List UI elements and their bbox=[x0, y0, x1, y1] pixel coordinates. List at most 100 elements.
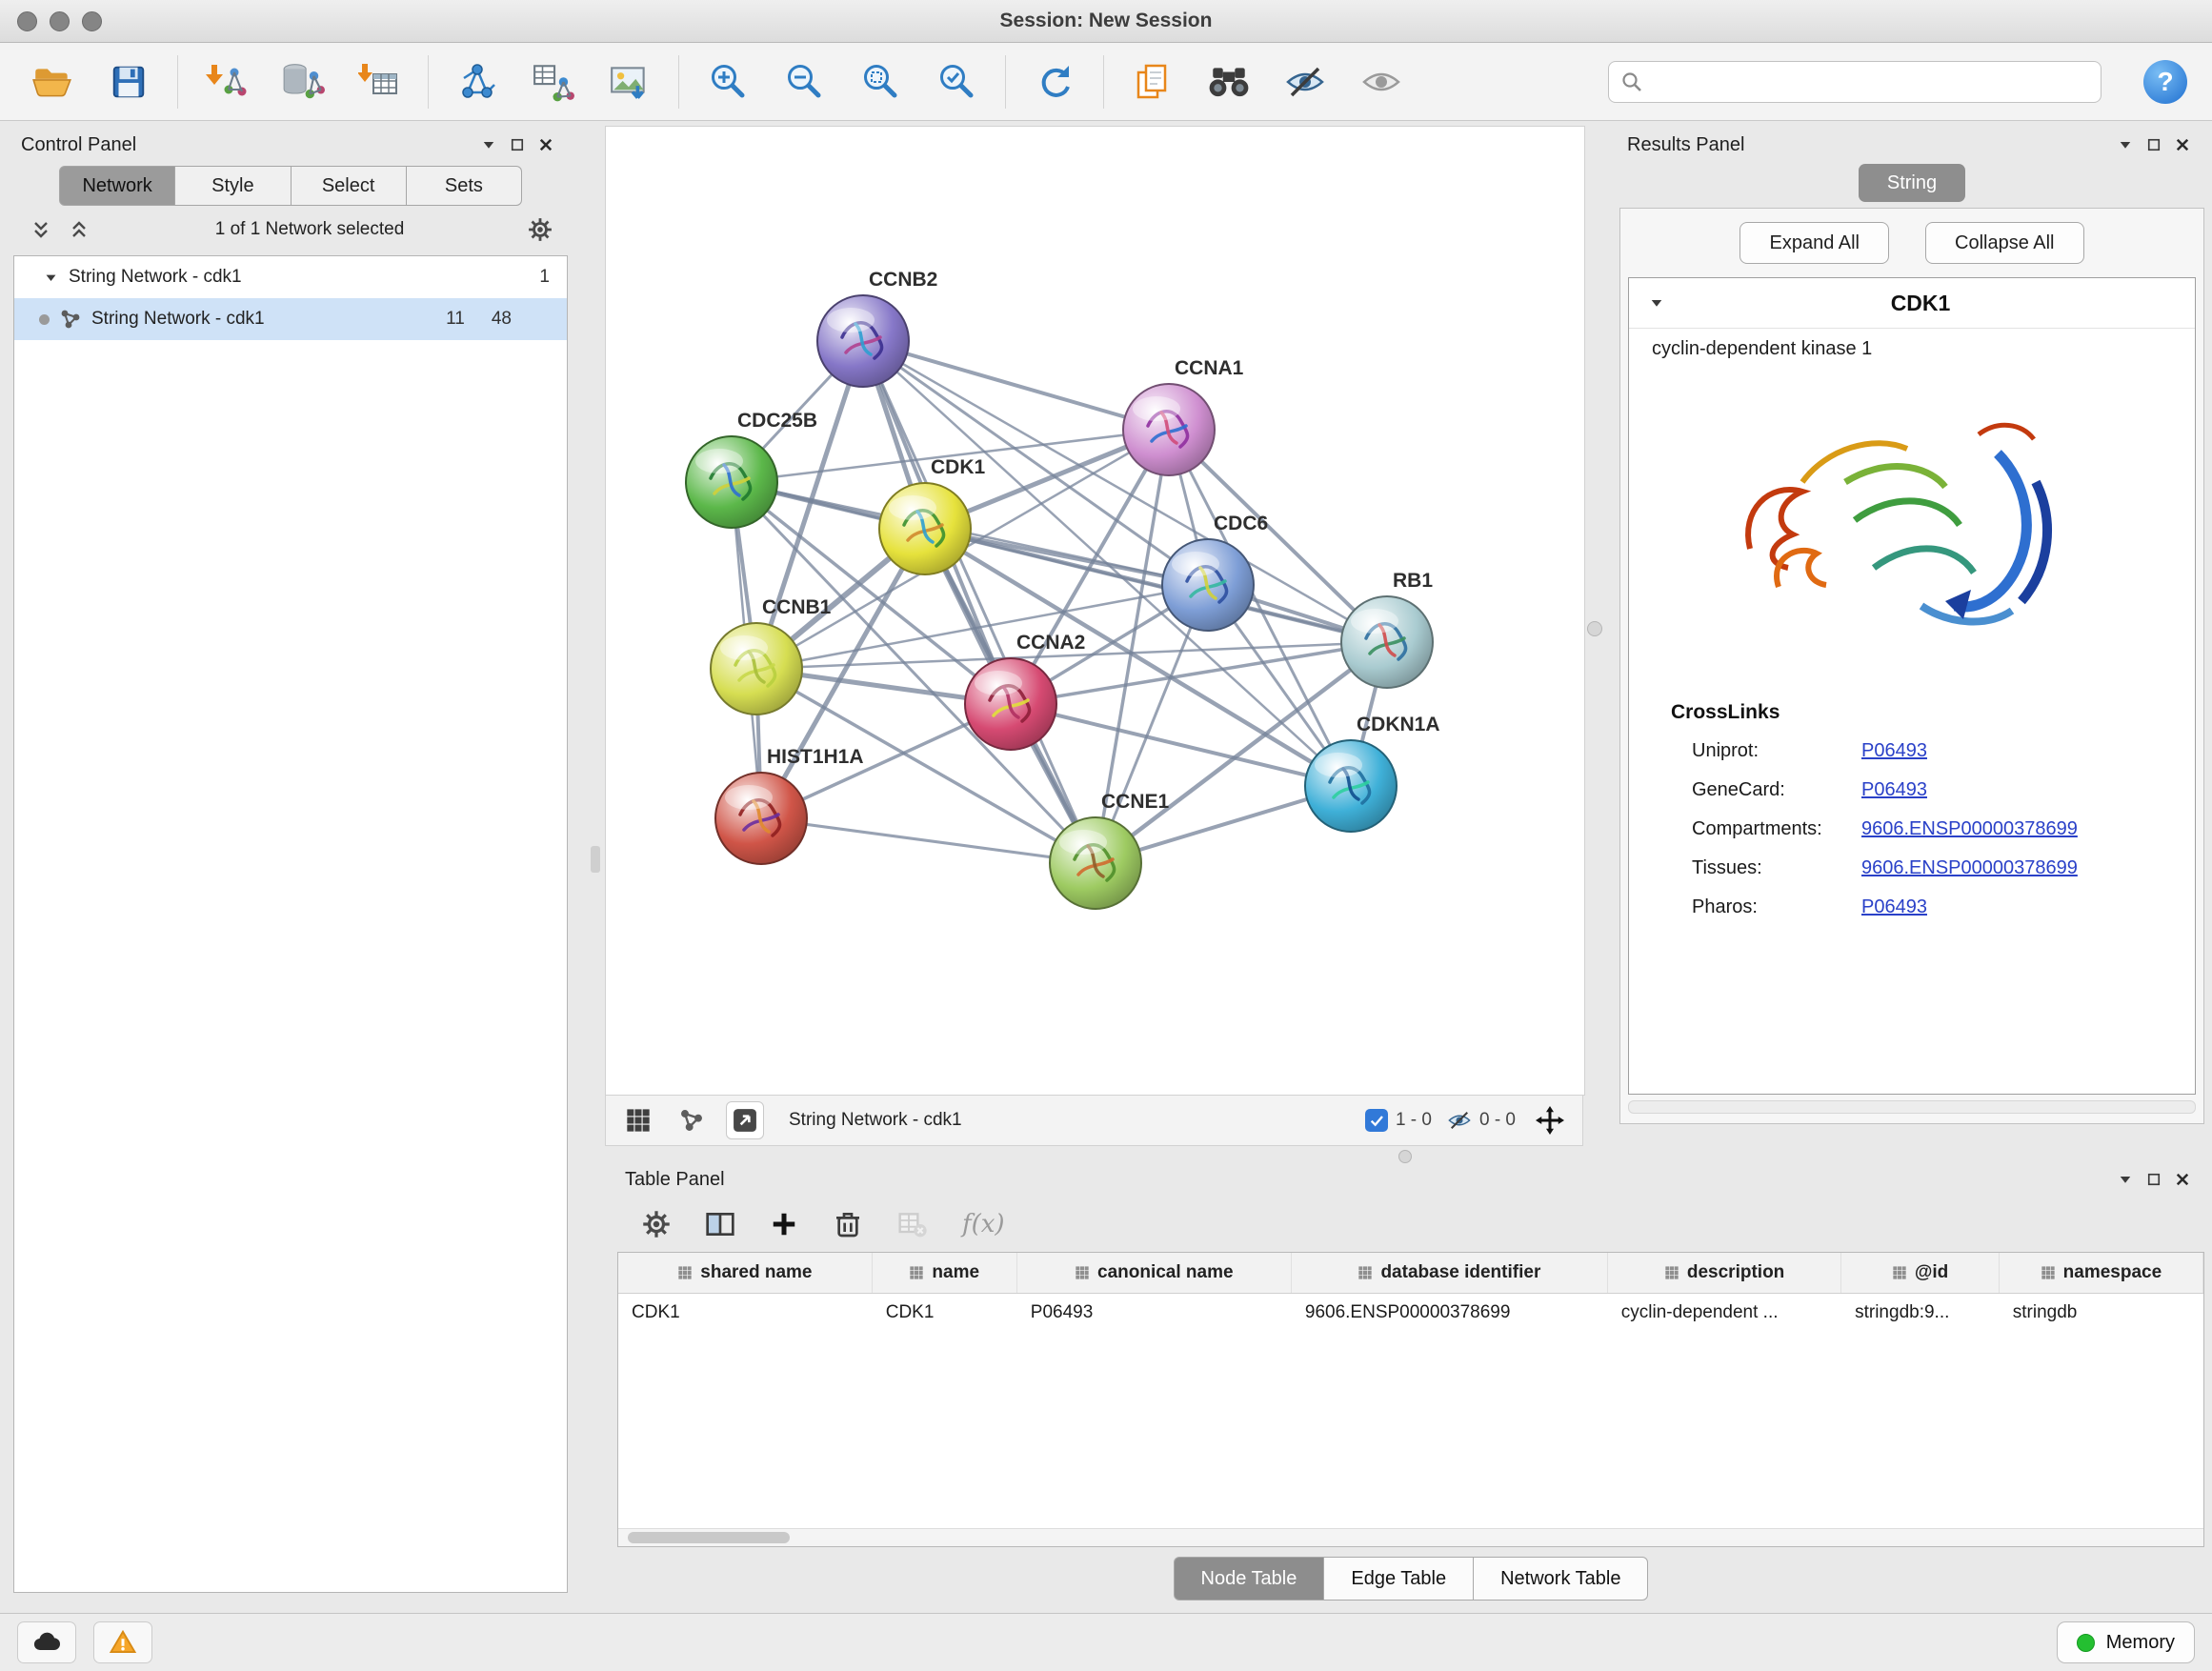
table-cell[interactable]: stringdb:9... bbox=[1841, 1294, 2000, 1332]
zoom-window-button[interactable] bbox=[82, 11, 102, 31]
tab-network-table[interactable]: Network Table bbox=[1474, 1557, 1648, 1601]
tissues-link[interactable]: 9606.ENSP00000378699 bbox=[1861, 857, 2078, 879]
memory-button[interactable]: Memory bbox=[2057, 1621, 2195, 1663]
column-header-name[interactable]: name bbox=[873, 1253, 1017, 1293]
pharos-link[interactable]: P06493 bbox=[1861, 896, 1927, 918]
results-panel-menu-button[interactable] bbox=[2111, 131, 2140, 159]
table-cell[interactable]: CDK1 bbox=[618, 1294, 873, 1332]
refresh-network-button[interactable] bbox=[1027, 54, 1082, 110]
tab-string[interactable]: String bbox=[1859, 164, 1965, 202]
network-overview-button[interactable] bbox=[673, 1101, 711, 1139]
zoom-selected-button[interactable] bbox=[929, 54, 984, 110]
zoom-out-button[interactable] bbox=[776, 54, 832, 110]
hide-selected-button[interactable] bbox=[1277, 54, 1333, 110]
pan-mode-button[interactable] bbox=[1531, 1101, 1569, 1139]
network-node-ccnb2[interactable]: CCNB2 bbox=[817, 269, 937, 387]
delete-column-button[interactable] bbox=[833, 1209, 863, 1239]
copy-button[interactable] bbox=[1125, 54, 1180, 110]
tab-select[interactable]: Select bbox=[292, 166, 407, 206]
search-box[interactable] bbox=[1608, 61, 2101, 103]
tab-edge-table[interactable]: Edge Table bbox=[1324, 1557, 1474, 1601]
network-edge[interactable] bbox=[863, 341, 1096, 863]
function-builder-button[interactable]: f(x) bbox=[962, 1210, 1005, 1238]
minimize-window-button[interactable] bbox=[50, 11, 70, 31]
network-options-button[interactable] bbox=[526, 215, 554, 244]
column-header-canonical-name[interactable]: canonical name bbox=[1017, 1253, 1292, 1293]
collapse-all-networks-button[interactable] bbox=[27, 215, 55, 244]
table-panel-float-button[interactable] bbox=[2140, 1165, 2168, 1194]
genecard-link[interactable]: P06493 bbox=[1861, 779, 1927, 801]
network-edge[interactable] bbox=[863, 341, 1169, 430]
splitter-handle[interactable] bbox=[1398, 1150, 1412, 1163]
column-header--id[interactable]: @id bbox=[1841, 1253, 2000, 1293]
tab-style[interactable]: Style bbox=[175, 166, 291, 206]
import-table-button[interactable] bbox=[352, 54, 407, 110]
network-edge[interactable] bbox=[761, 818, 1096, 863]
table-cell[interactable]: cyclin-dependent ... bbox=[1608, 1294, 1841, 1332]
network-canvas[interactable]: CCNB2CCNA1CDC25BCDK1CDC6RB1CCNB1CCNA2CDK… bbox=[605, 126, 1585, 1096]
results-panel-close-button[interactable] bbox=[2168, 131, 2197, 159]
network-edge[interactable] bbox=[756, 341, 863, 669]
import-network-from-database-button[interactable] bbox=[275, 54, 331, 110]
network-row-selected[interactable]: String Network - cdk1 11 48 bbox=[14, 298, 567, 340]
export-image-button[interactable] bbox=[602, 54, 657, 110]
tab-network[interactable]: Network bbox=[59, 166, 175, 206]
add-column-button[interactable] bbox=[770, 1210, 798, 1238]
control-panel-menu-button[interactable] bbox=[474, 131, 503, 159]
cloud-status-button[interactable] bbox=[17, 1621, 76, 1663]
expand-all-networks-button[interactable] bbox=[65, 215, 93, 244]
delete-table-button[interactable] bbox=[897, 1209, 928, 1239]
save-session-button[interactable] bbox=[101, 54, 156, 110]
network-node-cdc6[interactable]: CDC6 bbox=[1162, 513, 1268, 631]
expand-all-button[interactable]: Expand All bbox=[1739, 222, 1889, 264]
tab-node-table[interactable]: Node Table bbox=[1174, 1557, 1325, 1601]
splitter-handle[interactable] bbox=[1587, 621, 1602, 636]
zoom-in-button[interactable] bbox=[700, 54, 755, 110]
scrollbar-thumb[interactable] bbox=[628, 1532, 790, 1543]
results-scrollbar[interactable] bbox=[1628, 1100, 2196, 1114]
show-all-button[interactable] bbox=[1354, 54, 1409, 110]
column-header-description[interactable]: description bbox=[1608, 1253, 1841, 1293]
tab-sets[interactable]: Sets bbox=[407, 166, 522, 206]
search-input[interactable] bbox=[1653, 70, 2089, 93]
import-network-from-file-button[interactable] bbox=[199, 54, 254, 110]
network-node-cdkn1a[interactable]: CDKN1A bbox=[1305, 714, 1440, 832]
uniprot-link[interactable]: P06493 bbox=[1861, 740, 1927, 762]
collapse-triangle-icon[interactable] bbox=[1648, 294, 1665, 312]
open-session-button[interactable] bbox=[25, 54, 80, 110]
warnings-button[interactable] bbox=[93, 1621, 152, 1663]
new-network-button[interactable] bbox=[450, 54, 505, 110]
collapse-triangle-icon[interactable] bbox=[43, 270, 59, 286]
table-row[interactable]: CDK1CDK1P064939606.ENSP00000378699cyclin… bbox=[618, 1294, 2203, 1332]
table-horizontal-scrollbar[interactable] bbox=[618, 1528, 2203, 1546]
table-cell[interactable]: stringdb bbox=[2000, 1294, 2203, 1332]
table-panel-close-button[interactable] bbox=[2168, 1165, 2197, 1194]
show-columns-button[interactable] bbox=[705, 1209, 735, 1239]
detach-view-button[interactable] bbox=[726, 1101, 764, 1139]
network-collection-row[interactable]: String Network - cdk1 1 bbox=[14, 256, 567, 298]
table-settings-button[interactable] bbox=[642, 1210, 671, 1238]
control-panel-close-button[interactable] bbox=[532, 131, 560, 159]
table-cell[interactable]: 9606.ENSP00000378699 bbox=[1292, 1294, 1608, 1332]
splitter-handle[interactable] bbox=[591, 846, 600, 873]
column-header-database-identifier[interactable]: database identifier bbox=[1292, 1253, 1608, 1293]
find-button[interactable] bbox=[1201, 54, 1257, 110]
network-node-ccnb1[interactable]: CCNB1 bbox=[711, 596, 832, 715]
selected-checkbox[interactable] bbox=[1365, 1109, 1388, 1132]
table-panel-menu-button[interactable] bbox=[2111, 1165, 2140, 1194]
table-cell[interactable]: CDK1 bbox=[873, 1294, 1017, 1332]
column-header-namespace[interactable]: namespace bbox=[2000, 1253, 2203, 1293]
close-window-button[interactable] bbox=[17, 11, 37, 31]
network-graph[interactable]: CCNB2CCNA1CDC25BCDK1CDC6RB1CCNB1CCNA2CDK… bbox=[606, 127, 1582, 1093]
grid-view-button[interactable] bbox=[619, 1101, 657, 1139]
network-node-cdc25b[interactable]: CDC25B bbox=[686, 410, 817, 528]
zoom-fit-button[interactable] bbox=[853, 54, 908, 110]
network-from-table-button[interactable] bbox=[526, 54, 581, 110]
column-header-shared-name[interactable]: shared name bbox=[618, 1253, 873, 1293]
results-panel-float-button[interactable] bbox=[2140, 131, 2168, 159]
collapse-all-button[interactable]: Collapse All bbox=[1925, 222, 2084, 264]
compartments-link[interactable]: 9606.ENSP00000378699 bbox=[1861, 818, 2078, 840]
network-node-hist1h1a[interactable]: HIST1H1A bbox=[715, 746, 864, 864]
table-cell[interactable]: P06493 bbox=[1017, 1294, 1292, 1332]
control-panel-float-button[interactable] bbox=[503, 131, 532, 159]
